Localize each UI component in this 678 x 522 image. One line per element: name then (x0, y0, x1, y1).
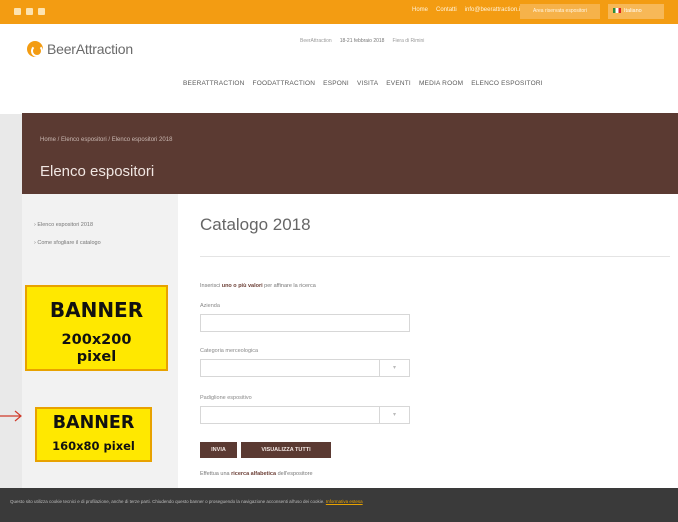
main-navigation: BEERATTRACTION FOODATTRACTION ESPONI VIS… (183, 80, 543, 87)
instagram-icon[interactable] (38, 8, 45, 15)
banner-size: 200x200 pixel (27, 332, 166, 366)
banner-size: 160x80 pixel (52, 439, 135, 453)
breadcrumb[interactable]: Home / Elenco espositori / Elenco esposi… (40, 137, 172, 143)
note-text-start: Effettua una (200, 471, 232, 477)
social-icons (14, 8, 45, 15)
top-link-home[interactable]: Home (412, 7, 428, 13)
category-select[interactable]: ▾ (200, 359, 410, 377)
company-label: Azienda (200, 303, 220, 309)
nav-item-beerattraction[interactable]: BEERATTRACTION (183, 80, 245, 87)
pavilion-label: Padiglione espositivo (200, 395, 252, 401)
intro-text-start: Inserisci (200, 283, 222, 289)
event-info-venue: Fiera di Rimini (392, 38, 425, 44)
intro-text-end: per affinare la ricerca (262, 283, 316, 289)
logo-text: BeerAttraction (47, 41, 133, 57)
event-info-dates: 18-21 febbraio 2018 (339, 38, 385, 44)
twitter-icon[interactable] (26, 8, 33, 15)
top-link-contacts[interactable]: Contatti (436, 7, 457, 13)
chevron-down-icon: ▾ (379, 407, 409, 423)
cookie-policy-link[interactable]: Informativa estesa (326, 499, 363, 504)
show-all-button[interactable]: VISUALIZZA TUTTI (241, 442, 331, 458)
alphabetical-search-link[interactable]: ricerca alfabetica (231, 471, 276, 477)
banner-size-line2: pixel (76, 349, 117, 365)
intro-text-bold: uno o più valori (221, 283, 263, 289)
arrow-right-icon (0, 410, 22, 422)
italy-flag-icon (613, 8, 621, 13)
alphabetical-search-note: Effettua una ricerca alfabetica dell'esp… (200, 471, 313, 477)
cookie-message: Questo sito utilizza cookie tecnici e di… (10, 499, 325, 504)
divider (200, 256, 670, 257)
top-bar: Home Contatti info@beerattraction.it Are… (0, 0, 678, 24)
nav-item-esponi[interactable]: ESPONI (323, 80, 349, 87)
logo-icon (27, 41, 43, 57)
top-link-email[interactable]: info@beerattraction.it (465, 7, 522, 13)
top-links: Home Contatti info@beerattraction.it (412, 7, 522, 13)
note-text-end: dell'espositore (276, 471, 313, 477)
catalog-title: Catalogo 2018 (200, 215, 311, 234)
nav-item-media-room[interactable]: MEDIA ROOM (419, 80, 463, 87)
event-info-brand: BeerAttraction (300, 38, 332, 44)
pavilion-select[interactable]: ▾ (200, 406, 410, 424)
banner-title: BANNER (52, 413, 135, 433)
chevron-down-icon: ▾ (379, 360, 409, 376)
sidebar-item-come-sfogliare[interactable]: › Come sfogliare il catalogo (34, 240, 101, 246)
site-logo[interactable]: BeerAttraction (27, 41, 133, 57)
nav-item-foodattraction[interactable]: FOODATTRACTION (253, 80, 316, 87)
site-header: BeerAttraction 18-21 febbraio 2018 Fiera… (0, 24, 678, 114)
page-hero: Home / Elenco espositori / Elenco esposi… (22, 113, 678, 194)
page-title: Elenco espositori (40, 163, 155, 180)
event-info: BeerAttraction 18-21 febbraio 2018 Fiera… (300, 38, 424, 44)
sidebar-item-elenco-2018[interactable]: › Elenco espositori 2018 (34, 222, 93, 228)
cookie-text: Questo sito utilizza cookie tecnici e di… (10, 498, 670, 505)
nav-item-eventi[interactable]: EVENTI (386, 80, 411, 87)
banner-size-line1: 200x200 (61, 332, 132, 348)
banner-160x80: BANNER 160x80 pixel (35, 407, 152, 462)
search-instructions: Inserisci uno o più valori per affinare … (200, 283, 316, 289)
banner-200x200: BANNER 200x200 pixel (25, 285, 168, 371)
exhibitor-area-button[interactable]: Area riservata espositori (520, 4, 600, 19)
submit-button[interactable]: INVIA (200, 442, 237, 458)
category-label: Categoria merceologica (200, 348, 259, 354)
nav-item-visita[interactable]: VISITA (357, 80, 378, 87)
cookie-banner: Questo sito utilizza cookie tecnici e di… (0, 488, 678, 522)
nav-item-elenco-espositori[interactable]: ELENCO ESPOSITORI (471, 80, 543, 87)
language-selector[interactable]: Italiano (608, 4, 664, 19)
banner-title: BANNER (49, 298, 144, 322)
language-label: Italiano (624, 8, 642, 14)
company-input[interactable] (200, 314, 410, 332)
facebook-icon[interactable] (14, 8, 21, 15)
